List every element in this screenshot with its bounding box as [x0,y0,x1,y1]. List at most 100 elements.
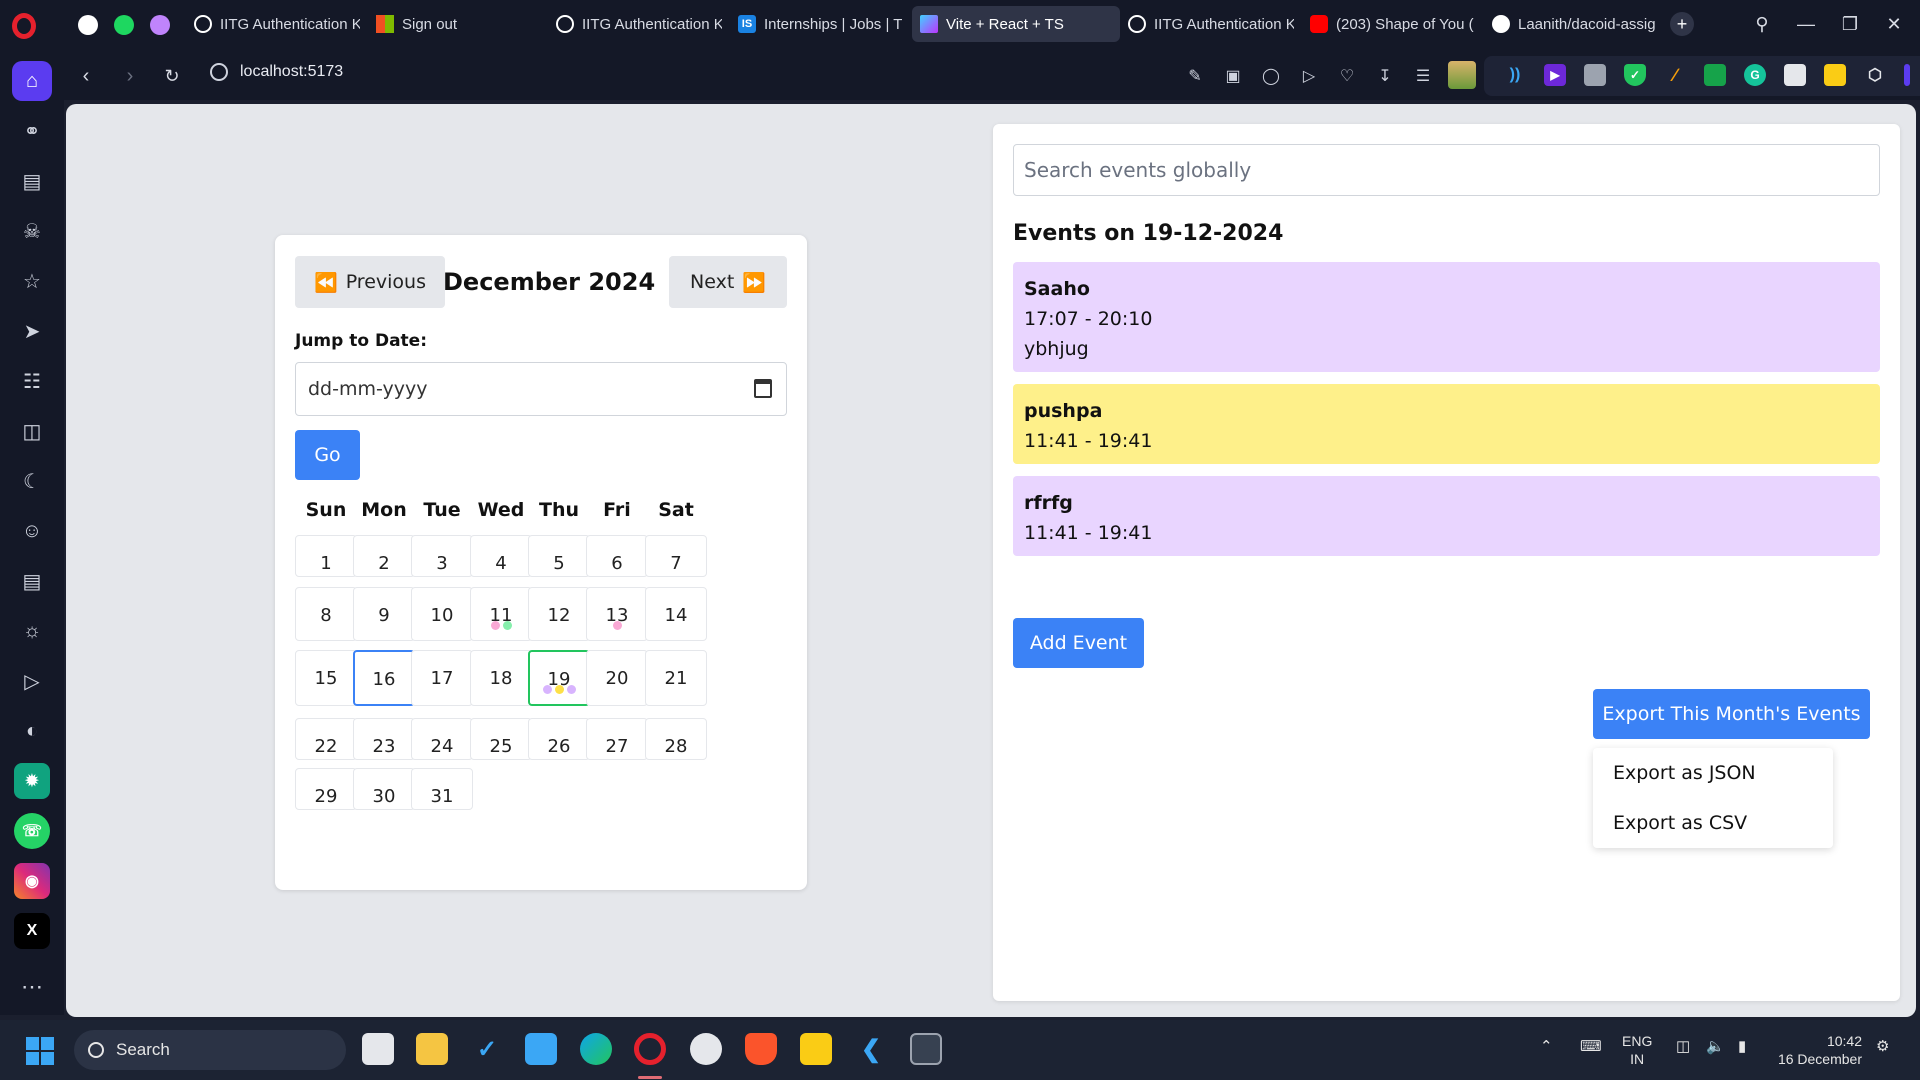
keyboard-icon[interactable]: ⌨ [1580,1037,1602,1055]
star-icon[interactable]: ☆ [12,261,52,301]
wallet-extension-icon[interactable] [1824,64,1846,86]
pinned-tab-extension[interactable] [144,10,176,40]
easy-setup-icon[interactable]: ☰ [1412,65,1434,87]
next-month-button[interactable]: Next ⏩ [669,256,787,308]
calendar-day-29[interactable]: 29 [295,768,357,810]
calendar-day-21[interactable]: 21 [645,650,707,706]
rocket-icon[interactable]: ➤ [12,311,52,351]
calendar-day-1[interactable]: 1 [295,535,357,577]
calendar-day-4[interactable]: 4 [470,535,532,577]
gamepad-icon[interactable]: ◫ [12,411,52,451]
notification-bell-icon[interactable]: ⚙ [1876,1037,1889,1055]
edit-icon[interactable]: ✎ [1184,65,1206,87]
new-tab-button[interactable]: + [1670,12,1694,36]
calendar-day-22[interactable]: 22 [295,718,357,760]
event-card[interactable]: pushpa 11:41 - 19:41 [1013,384,1880,464]
printer-extension-icon[interactable] [1584,64,1606,86]
pinned-tab-spotify[interactable] [108,10,140,40]
opera-logo-icon[interactable] [12,13,36,39]
shield-icon[interactable]: ◯ [1260,65,1282,87]
x-twitter-icon[interactable]: X [14,913,50,949]
calendar-day-7[interactable]: 7 [645,535,707,577]
pinned-tab-github[interactable] [72,10,104,40]
book-icon[interactable]: ☷ [12,361,52,401]
todo-icon[interactable]: ✓ [471,1033,503,1065]
calendar-day-3[interactable]: 3 [411,535,473,577]
play-icon[interactable]: ▷ [1298,65,1320,87]
pen-extension-icon[interactable]: ∕ [1664,64,1686,86]
clock-app-icon[interactable] [690,1033,722,1065]
grammarly-icon[interactable]: G [1744,64,1766,86]
calendar-day-18[interactable]: 18 [470,650,532,706]
notepad-icon[interactable] [525,1033,557,1065]
jump-date-input[interactable]: dd-mm-yyyy [295,362,787,416]
tab-github-repo[interactable]: Laanith/dacoid-assign [1484,6,1664,42]
calendar-day-16[interactable]: 16 [353,650,415,706]
export-month-button[interactable]: Export This Month's Events [1593,689,1870,739]
tab-sign-out[interactable]: Sign out [368,6,548,42]
task-view-icon[interactable] [362,1033,394,1065]
smiley-icon[interactable]: ☺ [12,511,52,551]
file-explorer-icon[interactable] [416,1033,448,1065]
network-icon[interactable]: ◫ [1676,1037,1690,1055]
profile-avatar[interactable] [1448,61,1476,89]
volume-icon[interactable]: 🔈 [1706,1037,1725,1055]
forward-extension-icon[interactable]: ▶ [1544,64,1566,86]
forward-button[interactable]: › [116,62,144,90]
moon-icon[interactable]: ☾ [12,461,52,501]
calendar-day-13[interactable]: 13 [586,587,648,641]
calendar-day-17[interactable]: 17 [411,650,473,706]
tab-internshala[interactable]: IS Internships | Jobs | Tra [730,6,910,42]
calendar-day-24[interactable]: 24 [411,718,473,760]
minimize-button[interactable]: — [1786,10,1826,38]
notes-extension-icon[interactable] [1784,64,1806,86]
taskbar-search-box[interactable]: Search [74,1030,346,1070]
calendar-day-8[interactable]: 8 [295,587,357,641]
shield-extension-icon[interactable]: ✓ [1624,64,1646,86]
reload-button[interactable]: ↻ [158,62,186,90]
home-icon[interactable]: ⌂ [12,61,52,101]
previous-month-button[interactable]: ⏪ Previous [295,256,445,308]
sheets-extension-icon[interactable] [1704,64,1726,86]
calendar-day-12[interactable]: 12 [528,587,590,641]
add-event-button[interactable]: Add Event [1013,618,1144,668]
opera-taskbar-icon[interactable] [634,1033,666,1065]
calendar-day-26[interactable]: 26 [528,718,590,760]
vscode-icon[interactable]: ❮ [855,1033,887,1065]
brave-icon[interactable] [745,1033,777,1065]
go-button[interactable]: Go [295,430,360,480]
car-icon[interactable]: ◐ [12,711,52,751]
whatsapp-icon[interactable]: ☏ [14,813,50,849]
edge-icon[interactable] [580,1033,612,1065]
wifi-extension-icon[interactable]: )) [1504,64,1526,86]
back-button[interactable]: ‹ [72,62,100,90]
battery-icon[interactable]: ▮ [1738,1037,1746,1055]
instagram-icon[interactable]: ◉ [14,863,50,899]
global-event-search-input[interactable]: Search events globally [1013,144,1880,196]
event-card[interactable]: Saaho 17:07 - 20:10 ybhjug [1013,262,1880,372]
camera-icon[interactable]: ▣ [1222,65,1244,87]
site-info-icon[interactable] [210,63,228,81]
sun-icon[interactable]: ☼ [12,611,52,651]
calendar-day-14[interactable]: 14 [645,587,707,641]
restore-button[interactable]: ❐ [1830,10,1870,38]
calendar-day-11[interactable]: 11 [470,587,532,641]
export-csv-option[interactable]: Export as CSV [1613,812,1747,834]
calendar-day-28[interactable]: 28 [645,718,707,760]
url-field[interactable]: localhost:5173 [210,63,343,81]
calendar-day-2[interactable]: 2 [353,535,415,577]
headphones-icon[interactable]: ⚭ [12,111,52,151]
calendar-day-27[interactable]: 27 [586,718,648,760]
calendar-day-19[interactable]: 19 [528,650,590,706]
more-options-icon[interactable]: ⋯ [12,967,52,1007]
briefcase-icon[interactable]: ▤ [12,561,52,601]
tray-chevron-icon[interactable]: ⌃ [1540,1037,1553,1055]
video-icon[interactable]: ▷ [12,661,52,701]
calendar-day-20[interactable]: 20 [586,650,648,706]
tab-iitg-auth-3[interactable]: IITG Authentication K [1120,6,1302,42]
close-button[interactable]: ✕ [1874,10,1914,38]
calendar-day-25[interactable]: 25 [470,718,532,760]
notes-icon[interactable]: ▤ [12,161,52,201]
event-card[interactable]: rfrfg 11:41 - 19:41 [1013,476,1880,556]
search-tabs-icon[interactable]: ⚲ [1742,10,1782,38]
